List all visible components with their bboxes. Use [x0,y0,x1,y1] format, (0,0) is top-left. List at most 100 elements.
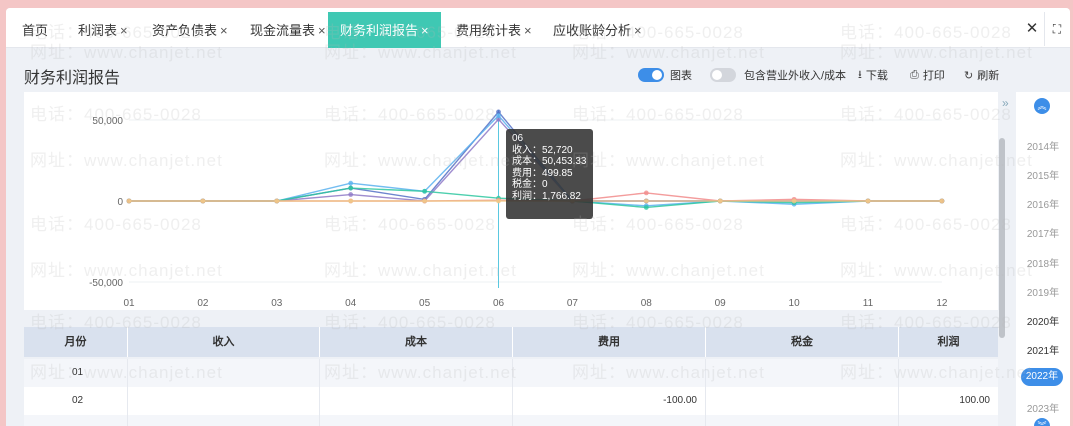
table-header: 月份 收入 成本 费用 税金 利润 [24,327,998,357]
tooltip-profit: 利润：1,766.82 [512,190,581,202]
cell-income [128,387,320,415]
close-icon[interactable]: × [421,23,429,38]
tooltip-expense: 费用：499.85 [512,167,573,179]
cell-month: 02 [24,387,128,415]
col-expense: 费用 [513,327,706,357]
include-nonoperating-label: 包含营业外收入/成本 [744,70,847,82]
data-point [348,180,354,186]
x-tick-label: 03 [271,298,283,309]
close-icon[interactable]: × [318,23,326,38]
cell-profit [899,359,998,387]
tooltip-tax: 税金：0 [512,179,548,191]
print-button[interactable]: ⎙ 打印 [910,66,945,84]
tab-bar: 首页 利润表 × 资产负债表 × 现金流量表 × 财务利润报告 × 费用统计表 × 应收账… [6,8,1070,48]
data-point [348,185,354,191]
include-nonoperating-switch[interactable] [710,68,736,82]
table-row[interactable] [24,415,998,426]
chart-toggle-label: 图表 [670,70,692,82]
tab-label: 财务利润报告 [340,23,419,38]
include-nonoperating-toggle[interactable]: 包含营业外收入/成本 [710,66,846,84]
tab-cash-flow[interactable]: 现金流量表 × [250,12,326,48]
y-tick-label: -50,000 [89,278,123,289]
cell-month: 01 [24,359,128,387]
tab-home[interactable]: 首页 [22,12,48,48]
tab-balance-sheet[interactable]: 资产负债表 × [152,12,228,48]
year-item[interactable]: 2014年 [1016,138,1070,153]
data-point [126,198,132,204]
cell-cost [320,415,513,426]
chart-toggle[interactable]: 图表 [638,66,692,84]
table-row[interactable]: 01 [24,359,998,387]
tab-finance-profit-report[interactable]: 财务利润报告 × [328,12,441,48]
cell-profit: 100.00 [959,395,990,406]
scrollbar-thumb[interactable] [999,138,1005,338]
refresh-button[interactable]: ↻ 刷新 [964,66,999,84]
print-label: 打印 [922,70,945,82]
close-icon[interactable]: × [524,23,532,38]
cell-month [24,415,128,426]
tab-label: 资产负债表 [152,23,218,38]
tab-expense-stats[interactable]: 费用统计表 × [456,12,532,48]
cell-tax [706,387,899,415]
x-tick-label: 04 [345,298,357,309]
tab-receivable-aging[interactable]: 应收账龄分析 × [553,12,642,48]
chart-switch[interactable] [638,68,664,82]
year-item[interactable]: 2015年 [1016,167,1070,182]
table-row[interactable]: 02 -100.00 100.00 [24,387,998,415]
col-month: 月份 [24,327,128,357]
year-item[interactable]: 2016年 [1016,196,1070,211]
data-point [643,198,649,204]
close-window-icon[interactable]: ✕ [1021,18,1043,40]
year-item[interactable]: 2017年 [1016,225,1070,240]
close-icon[interactable]: × [220,23,228,38]
refresh-icon: ↻ [964,69,974,82]
app-window: 首页 利润表 × 资产负债表 × 现金流量表 × 财务利润报告 × 费用统计表 × 应收账… [6,8,1070,426]
fullscreen-icon[interactable]: ⛶ [1046,18,1068,40]
x-tick-label: 06 [493,298,505,309]
close-icon[interactable]: × [120,23,128,38]
tab-label: 应收账龄分析 [553,23,632,38]
x-tick-label: 05 [419,298,431,309]
data-point [717,198,723,204]
year-up-icon[interactable]: ︽ [1034,98,1050,114]
data-point [274,198,280,204]
cell-expense: -100.00 [513,387,706,415]
close-icon[interactable]: × [634,23,642,38]
year-down-icon[interactable]: ︾ [1034,418,1050,426]
x-tick-label: 11 [863,298,874,309]
cell-expense [513,359,706,387]
data-point [643,190,649,196]
download-button[interactable]: ⭳ 下载 [858,66,888,84]
tab-income-statement[interactable]: 利润表 × [78,12,128,48]
year-item-active[interactable]: 2022年 [1021,368,1063,386]
year-item[interactable]: 2021年 [1016,342,1070,357]
tab-label: 费用统计表 [456,23,522,38]
cell-tax [706,359,899,387]
year-item[interactable]: 2020年 [1016,313,1070,328]
year-item[interactable]: 2019年 [1016,284,1070,299]
col-cost: 成本 [320,327,513,357]
x-tick-label: 08 [641,298,653,309]
download-icon: ⭳ [858,68,862,81]
data-point [200,198,206,204]
cell-profit [899,415,998,426]
cell-income [128,359,320,387]
data-point [496,113,501,118]
data-point [939,198,945,204]
data-point [422,198,427,204]
x-tick-label: 01 [123,298,135,309]
col-income: 收入 [128,327,320,357]
data-point [865,198,871,204]
y-tick-label: 0 [117,197,123,208]
chart-tooltip: 06 收入：52,720 成本：50,453.33 费用：499.85 税金：0… [506,129,593,219]
tabbar-divider [1044,12,1045,46]
y-tick-label: 50,000 [92,116,123,127]
refresh-label: 刷新 [977,70,1000,82]
cell-cost [320,387,513,415]
year-item[interactable]: 2018年 [1016,255,1070,270]
year-item[interactable]: 2023年 [1016,400,1070,415]
collapse-icon[interactable]: » [1002,96,1009,110]
data-point [496,198,501,204]
data-point [348,192,354,197]
chart-scrollbar[interactable] [998,92,1006,362]
